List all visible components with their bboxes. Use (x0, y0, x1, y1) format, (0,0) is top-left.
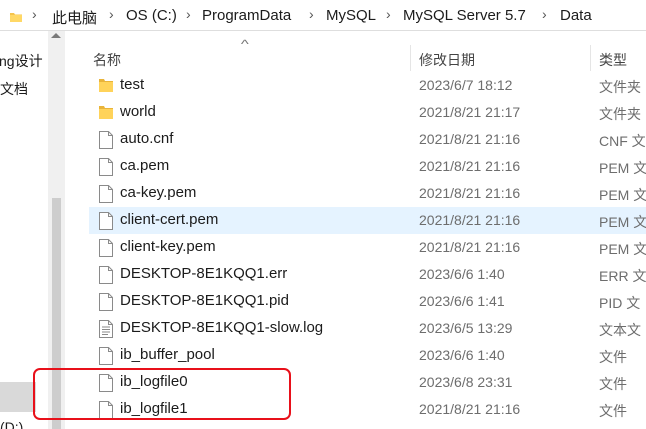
file-type: 文本文 (599, 322, 641, 338)
file-date: 2023/6/7 18:12 (419, 77, 513, 93)
file-row-hovered[interactable]: client-cert.pem 2021/8/21 21:16 PEM 文 (89, 207, 646, 234)
file-row[interactable]: auto.cnf 2021/8/21 21:16 CNF 文 (89, 126, 646, 153)
file-date: 2021/8/21 21:16 (419, 239, 521, 255)
column-date[interactable]: 修改日期 (419, 50, 475, 70)
file-type: PEM 文 (599, 160, 646, 176)
breadcrumb-drive-c[interactable]: OS (C:) (126, 7, 177, 24)
nav-item-design[interactable]: ng设计 (0, 51, 43, 71)
file-date: 2021/8/21 21:17 (419, 104, 521, 120)
file-icon (99, 158, 113, 181)
file-date: 2023/6/6 1:40 (419, 266, 505, 282)
scroll-up-icon[interactable] (51, 33, 61, 38)
file-row[interactable]: ca.pem 2021/8/21 21:16 PEM 文 (89, 153, 646, 180)
file-row[interactable]: ca-key.pem 2021/8/21 21:16 PEM 文 (89, 180, 646, 207)
breadcrumb-chevron-icon[interactable]: › (32, 6, 37, 22)
file-date: 2021/8/21 21:16 (419, 401, 521, 417)
breadcrumb-mysql[interactable]: MySQL (326, 7, 376, 24)
file-type: 文件 (599, 376, 627, 392)
file-icon (99, 131, 113, 154)
file-icon (99, 212, 113, 235)
nav-item-drive-d[interactable]: (D:) (0, 419, 23, 429)
file-type: PEM 文 (599, 241, 646, 257)
file-row[interactable]: DESKTOP-8E1KQQ1-slow.log 2023/6/5 13:29 … (89, 315, 646, 342)
file-name: world (120, 103, 156, 120)
file-date: 2021/8/21 21:16 (419, 158, 521, 174)
file-type: PID 文 (599, 295, 641, 311)
text-file-icon (99, 320, 113, 343)
file-date: 2021/8/21 21:16 (419, 131, 521, 147)
file-name: DESKTOP-8E1KQQ1.err (120, 265, 288, 282)
folder-icon (10, 10, 22, 28)
breadcrumb-chevron-icon[interactable]: › (109, 6, 114, 22)
file-icon (99, 239, 113, 262)
file-name: client-key.pem (120, 238, 216, 255)
file-type: PEM 文 (599, 214, 646, 230)
file-icon (99, 185, 113, 208)
file-icon (99, 347, 113, 370)
file-date: 2021/8/21 21:16 (419, 185, 521, 201)
column-type[interactable]: 类型 (599, 50, 627, 70)
breadcrumb-programdata[interactable]: ProgramData (202, 7, 291, 24)
file-name: auto.cnf (120, 130, 174, 147)
nav-selection (0, 382, 36, 412)
file-date: 2023/6/6 1:40 (419, 347, 505, 363)
column-name[interactable]: 名称 (93, 50, 121, 70)
file-row[interactable]: DESKTOP-8E1KQQ1.err 2023/6/6 1:40 ERR 文 (89, 261, 646, 288)
file-icon (99, 293, 113, 316)
file-row[interactable]: DESKTOP-8E1KQQ1.pid 2023/6/6 1:41 PID 文 (89, 288, 646, 315)
breadcrumb-mysql-server[interactable]: MySQL Server 5.7 (403, 7, 526, 24)
file-type: 文件夹 (599, 79, 641, 95)
file-type: 文件 (599, 349, 627, 365)
file-date: 2021/8/21 21:16 (419, 212, 521, 228)
column-divider[interactable] (410, 45, 411, 71)
file-row[interactable]: ib_buffer_pool 2023/6/6 1:40 文件 (89, 342, 646, 369)
file-row[interactable]: client-key.pem 2021/8/21 21:16 PEM 文 (89, 234, 646, 261)
breadcrumb-data[interactable]: Data (560, 7, 592, 24)
file-name: ca.pem (120, 157, 170, 174)
file-date: 2023/6/6 1:41 (419, 293, 505, 309)
breadcrumb-chevron-icon[interactable]: › (386, 6, 391, 22)
file-type: ERR 文 (599, 268, 646, 284)
file-name: DESKTOP-8E1KQQ1.pid (120, 292, 289, 309)
sort-ascending-icon: ^ (240, 37, 249, 51)
address-bar[interactable]: › 此电脑 › OS (C:) › ProgramData › MySQL › … (0, 0, 646, 31)
breadcrumb-this-pc[interactable]: 此电脑 (52, 7, 97, 28)
breadcrumb-chevron-icon[interactable]: › (542, 6, 547, 22)
file-name: ib_buffer_pool (120, 346, 215, 363)
file-type: PEM 文 (599, 187, 646, 203)
file-name: test (120, 76, 145, 93)
column-divider[interactable] (590, 45, 591, 71)
file-type: 文件 (599, 403, 627, 419)
file-type: CNF 文 (599, 133, 646, 149)
folder-icon (99, 104, 113, 125)
column-header: ^ 名称 修改日期 类型 (65, 31, 646, 71)
file-icon (99, 266, 113, 289)
file-name: client-cert.pem (120, 211, 219, 228)
annotation-highlight-box (33, 368, 291, 420)
file-row[interactable]: test 2023/6/7 18:12 文件夹 (89, 72, 646, 99)
breadcrumb-chevron-icon[interactable]: › (186, 6, 191, 22)
file-date: 2023/6/8 23:31 (419, 374, 513, 390)
breadcrumb-chevron-icon[interactable]: › (309, 6, 314, 22)
file-name: ca-key.pem (120, 184, 197, 201)
nav-item-documents[interactable]: 文档 (0, 79, 28, 99)
file-name: DESKTOP-8E1KQQ1-slow.log (120, 319, 324, 336)
file-type: 文件夹 (599, 106, 641, 122)
folder-icon (99, 77, 113, 98)
file-date: 2023/6/5 13:29 (419, 320, 513, 336)
file-row[interactable]: world 2021/8/21 21:17 文件夹 (89, 99, 646, 126)
